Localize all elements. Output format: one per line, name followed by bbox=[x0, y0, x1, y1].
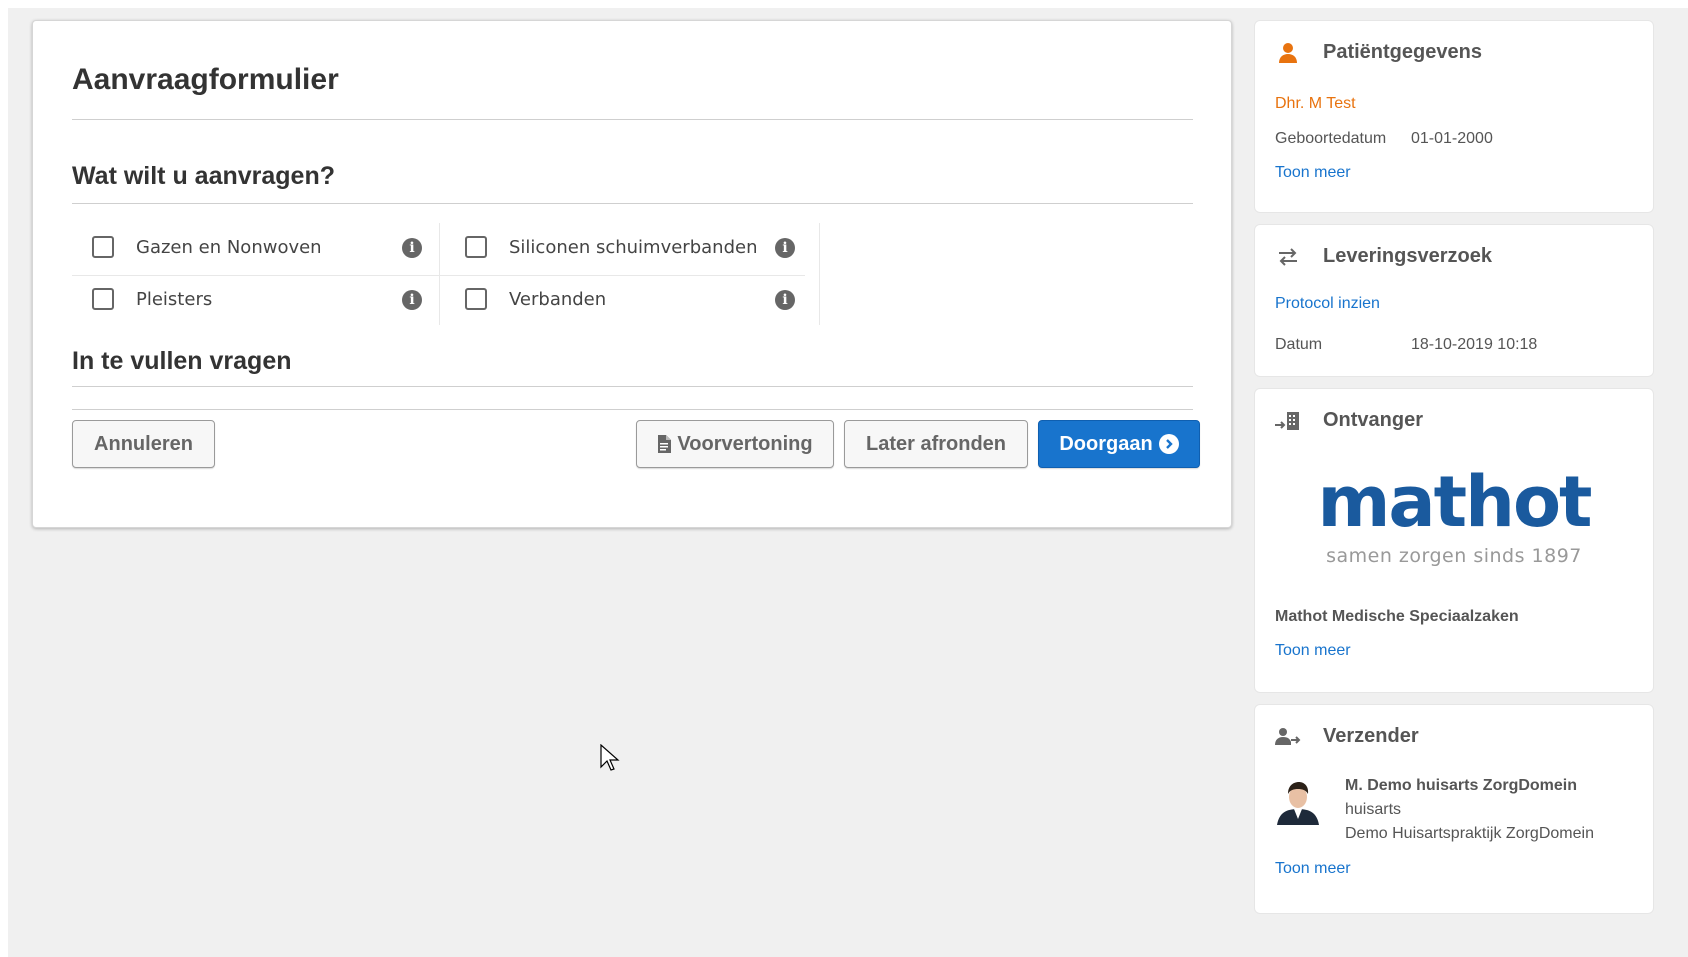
receiver-card: Ontvanger mathot samen zorgen sinds 1897… bbox=[1254, 388, 1654, 693]
preview-button[interactable]: Voorvertoning bbox=[636, 420, 834, 468]
checkbox[interactable] bbox=[465, 288, 487, 310]
option-gazen-en-nonwoven[interactable]: Gazen en Nonwoven i bbox=[72, 223, 432, 273]
logo-wordmark: mathot bbox=[1317, 461, 1592, 543]
divider bbox=[72, 119, 1193, 120]
patient-dob: Geboortedatum 01-01-2000 bbox=[1275, 130, 1493, 148]
receiver-heading: Ontvanger bbox=[1275, 409, 1423, 432]
column-divider bbox=[819, 223, 820, 325]
request-form-card: Aanvraagformulier Wat wilt u aanvragen? … bbox=[32, 20, 1232, 528]
option-label: Gazen en Nonwoven bbox=[136, 237, 322, 258]
patient-name: Dhr. M Test bbox=[1275, 95, 1356, 112]
option-verbanden[interactable]: Verbanden i bbox=[445, 275, 805, 325]
receiver-heading-label: Ontvanger bbox=[1323, 409, 1424, 431]
checkbox[interactable] bbox=[92, 288, 114, 310]
protocol-link[interactable]: Protocol inzien bbox=[1275, 295, 1380, 313]
later-button[interactable]: Later afronden bbox=[844, 420, 1028, 468]
dob-label: Geboortedatum bbox=[1275, 130, 1387, 147]
info-icon[interactable]: i bbox=[402, 238, 422, 258]
sender-name: M. Demo huisarts ZorgDomein bbox=[1345, 777, 1578, 794]
sender-show-more-link[interactable]: Toon meer bbox=[1275, 860, 1351, 878]
info-icon[interactable]: i bbox=[775, 290, 795, 310]
delivery-card: Leveringsverzoek Protocol inzien Datum 18… bbox=[1254, 224, 1654, 377]
divider bbox=[72, 386, 1193, 387]
sender-heading-label: Verzender bbox=[1323, 725, 1419, 747]
checkbox[interactable] bbox=[92, 236, 114, 258]
mouse-cursor-icon bbox=[600, 743, 620, 777]
continue-button-label: Doorgaan bbox=[1059, 432, 1153, 455]
delivery-heading: Leveringsverzoek bbox=[1275, 245, 1492, 268]
sender-practice: Demo Huisartspraktijk ZorgDomein bbox=[1345, 825, 1594, 842]
person-arrow-icon bbox=[1275, 726, 1301, 748]
option-siliconen-schuimverbanden[interactable]: Siliconen schuimverbanden i bbox=[445, 223, 805, 273]
option-label: Verbanden bbox=[509, 289, 607, 310]
date-label: Datum bbox=[1275, 336, 1323, 353]
info-icon[interactable]: i bbox=[775, 238, 795, 258]
dob-value: 01-01-2000 bbox=[1411, 130, 1493, 147]
info-icon[interactable]: i bbox=[402, 290, 422, 310]
delivery-heading-label: Leveringsverzoek bbox=[1323, 245, 1492, 267]
option-label: Siliconen schuimverbanden bbox=[509, 237, 758, 258]
page-title: Aanvraagformulier bbox=[72, 63, 339, 96]
chevron-circle-right-icon bbox=[1158, 434, 1179, 454]
cancel-button[interactable]: Annuleren bbox=[72, 420, 215, 468]
building-arrow-icon bbox=[1275, 410, 1301, 432]
sender-card: Verzender M. Demo huisarts ZorgDomein hu… bbox=[1254, 704, 1654, 914]
delivery-date: Datum 18-10-2019 10:18 bbox=[1275, 336, 1537, 354]
patient-show-more-link[interactable]: Toon meer bbox=[1275, 164, 1351, 182]
logo-tagline: samen zorgen sinds 1897 bbox=[1326, 545, 1582, 567]
option-pleisters[interactable]: Pleisters i bbox=[72, 275, 432, 325]
patient-heading-label: Patiëntgegevens bbox=[1323, 41, 1482, 63]
section-title-request: Wat wilt u aanvragen? bbox=[72, 162, 336, 190]
column-divider bbox=[439, 223, 440, 325]
date-value: 18-10-2019 10:18 bbox=[1411, 336, 1538, 353]
sender-avatar bbox=[1275, 777, 1321, 825]
receiver-show-more-link[interactable]: Toon meer bbox=[1275, 642, 1351, 660]
preview-button-label: Voorvertoning bbox=[677, 432, 813, 455]
person-icon bbox=[1275, 42, 1301, 64]
receiver-org: Mathot Medische Speciaalzaken bbox=[1275, 608, 1519, 625]
checkbox[interactable] bbox=[465, 236, 487, 258]
patient-heading: Patiëntgegevens bbox=[1275, 41, 1482, 64]
mathot-logo: mathot samen zorgen sinds 1897 bbox=[1255, 467, 1653, 567]
sender-role: huisarts bbox=[1345, 801, 1402, 818]
patient-card: Patiëntgegevens Dhr. M Test Geboortedatu… bbox=[1254, 20, 1654, 213]
divider bbox=[72, 203, 1193, 204]
divider bbox=[72, 409, 1193, 410]
document-icon bbox=[657, 435, 672, 453]
section-title-questions: In te vullen vragen bbox=[72, 347, 292, 375]
option-label: Pleisters bbox=[136, 289, 213, 310]
swap-arrows-icon bbox=[1275, 246, 1301, 268]
sender-heading: Verzender bbox=[1275, 725, 1419, 748]
continue-button[interactable]: Doorgaan bbox=[1038, 420, 1200, 468]
